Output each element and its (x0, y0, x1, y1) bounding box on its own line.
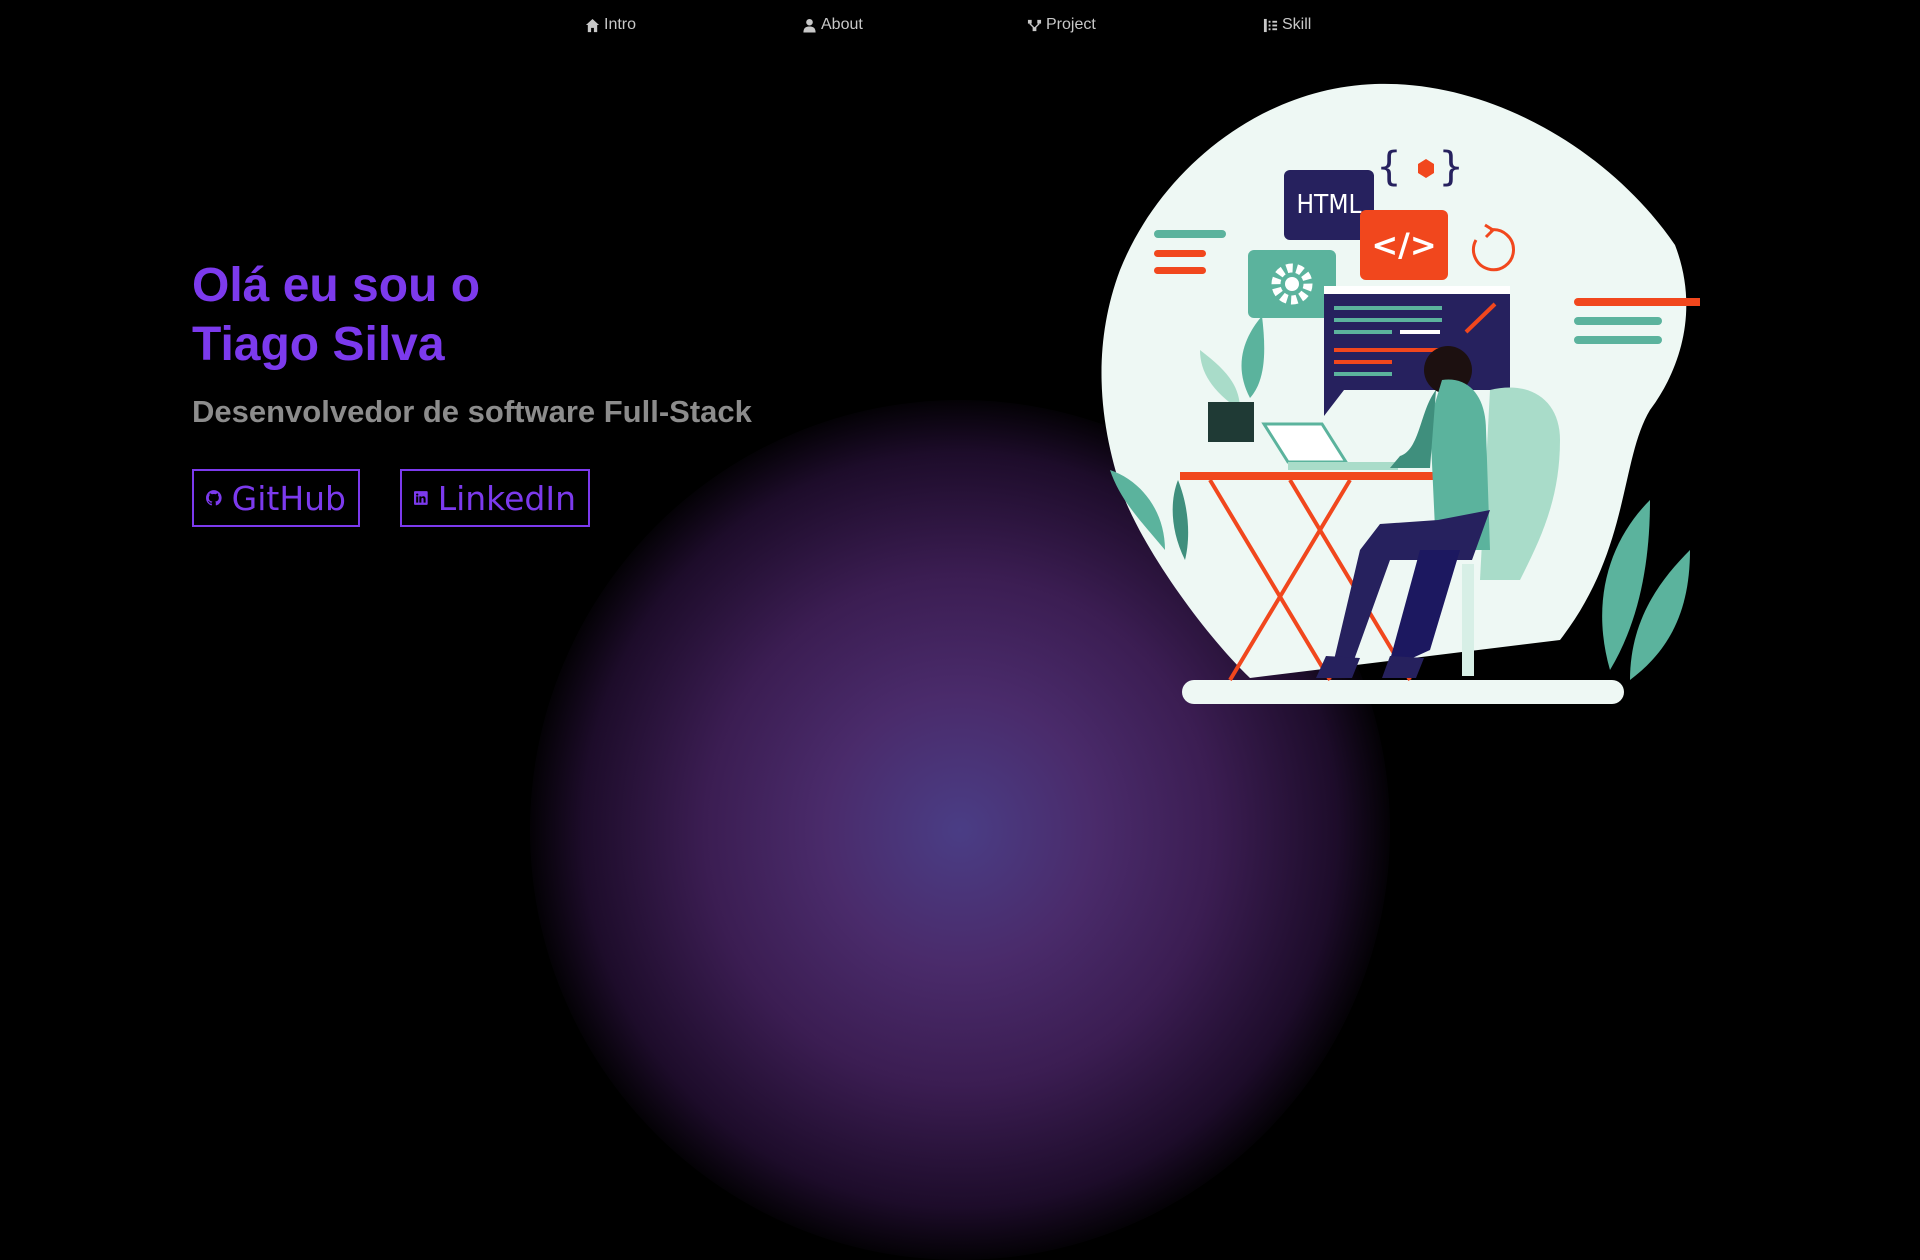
home-icon (585, 18, 600, 32)
nav-item-label: Skill (1282, 16, 1312, 33)
github-icon (206, 490, 222, 506)
code-badge-label: </> (1371, 226, 1436, 264)
linkedin-label: LinkedIn (437, 478, 576, 518)
nav-item-about[interactable]: About (802, 14, 863, 36)
hero-section: Olá eu sou o Tiago Silva Desenvolvedor d… (192, 256, 752, 432)
desk (1180, 472, 1454, 480)
nav-item-label: About (821, 16, 863, 33)
developer-illustration: HTML { } </> (1101, 83, 1700, 704)
nav-item-intro[interactable]: Intro (585, 14, 636, 36)
hero-title: Olá eu sou o Tiago Silva (192, 256, 752, 374)
linkedin-icon (414, 491, 428, 505)
github-button[interactable]: GitHub (192, 469, 360, 527)
hero-greeting-line1: Olá eu sou o (192, 259, 481, 312)
user-icon (803, 18, 816, 33)
nav-item-label: Project (1046, 16, 1096, 33)
hero-name: Tiago Silva (192, 318, 445, 371)
floor-base (1182, 680, 1624, 704)
html-badge-label: HTML (1296, 190, 1361, 220)
nav-item-project[interactable]: Project (1027, 14, 1096, 36)
nav-item-skill[interactable]: Skill (1263, 14, 1311, 36)
linkedin-button[interactable]: LinkedIn (400, 469, 590, 527)
top-navigation: Intro About Project Skill (0, 0, 1920, 48)
hero-subtitle: Desenvolvedor de software Full-Stack (192, 394, 752, 429)
nav-item-label: Intro (604, 16, 637, 33)
github-label: GitHub (231, 478, 346, 518)
project-icon (1027, 19, 1042, 31)
skill-icon (1263, 18, 1278, 32)
